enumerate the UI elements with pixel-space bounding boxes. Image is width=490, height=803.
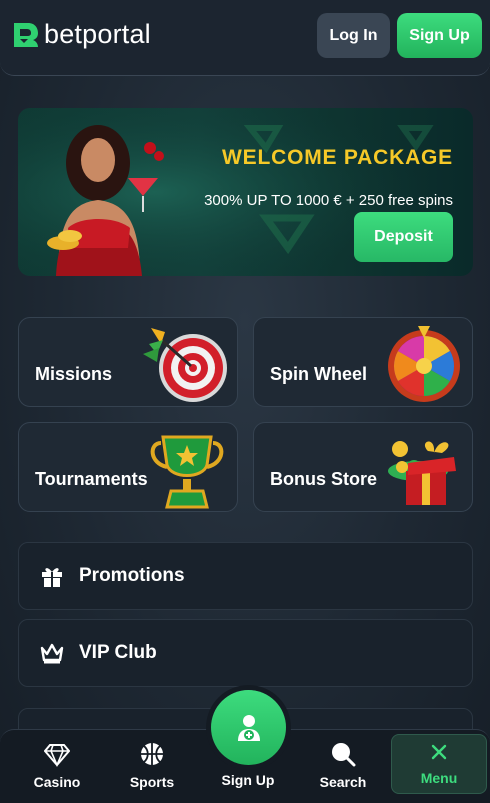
trophy-icon — [150, 435, 224, 509]
search-icon — [332, 743, 356, 767]
tile-label: Missions — [35, 364, 113, 384]
tile-label: Tournaments — [35, 469, 148, 489]
banner-title: WELCOME PACKAGE — [222, 146, 453, 169]
crown-icon — [40, 643, 64, 664]
nav-search[interactable]: Search — [303, 730, 383, 803]
logo-text: betportal — [44, 19, 151, 49]
vip-club-row[interactable]: VIP Club — [18, 619, 473, 687]
nav-label: Casino — [33, 774, 81, 790]
nav-label: Menu — [420, 770, 458, 786]
spin-wheel-icon — [388, 326, 460, 402]
welcome-banner[interactable]: WELCOME PACKAGE 300% UP TO 1000 € + 250 … — [18, 108, 473, 276]
logo[interactable]: betportal — [10, 19, 151, 50]
close-icon — [431, 744, 447, 760]
nav-sports[interactable]: Sports — [112, 730, 192, 803]
nav-label: Search — [319, 774, 367, 790]
gift-icon — [42, 568, 62, 587]
tile-label: Bonus Store — [270, 469, 378, 489]
promotions-row[interactable]: Promotions — [18, 542, 473, 610]
login-button[interactable]: Log In — [317, 13, 390, 58]
tile-spin-wheel[interactable]: Spin Wheel — [253, 317, 473, 407]
logo-mark-icon — [14, 22, 38, 47]
tile-missions[interactable]: Missions — [18, 317, 238, 407]
signup-button[interactable]: Sign Up — [397, 13, 482, 58]
deposit-button[interactable]: Deposit — [354, 212, 453, 262]
nav-signup-fab[interactable] — [211, 690, 286, 765]
tile-label: Spin Wheel — [270, 364, 368, 384]
target-dart-icon — [143, 328, 227, 402]
nav-casino[interactable]: Casino — [17, 730, 97, 803]
tile-bonus-store[interactable]: Bonus Store — [253, 422, 473, 512]
top-header: betportal Log In Sign Up — [0, 0, 490, 76]
diamond-icon — [44, 744, 70, 767]
tile-tournaments[interactable]: Tournaments — [18, 422, 238, 512]
nav-menu[interactable]: Menu — [391, 734, 487, 794]
gift-box-icon — [388, 441, 456, 505]
nav-label: Sign Up — [221, 772, 275, 788]
promotions-label: Promotions — [79, 565, 185, 586]
basketball-icon — [141, 743, 163, 765]
nav-label: Sports — [129, 774, 175, 790]
user-add-icon — [237, 714, 260, 741]
banner-subtitle: 300% UP TO 1000 € + 250 free spins — [204, 192, 453, 209]
vip-club-label: VIP Club — [79, 642, 157, 663]
